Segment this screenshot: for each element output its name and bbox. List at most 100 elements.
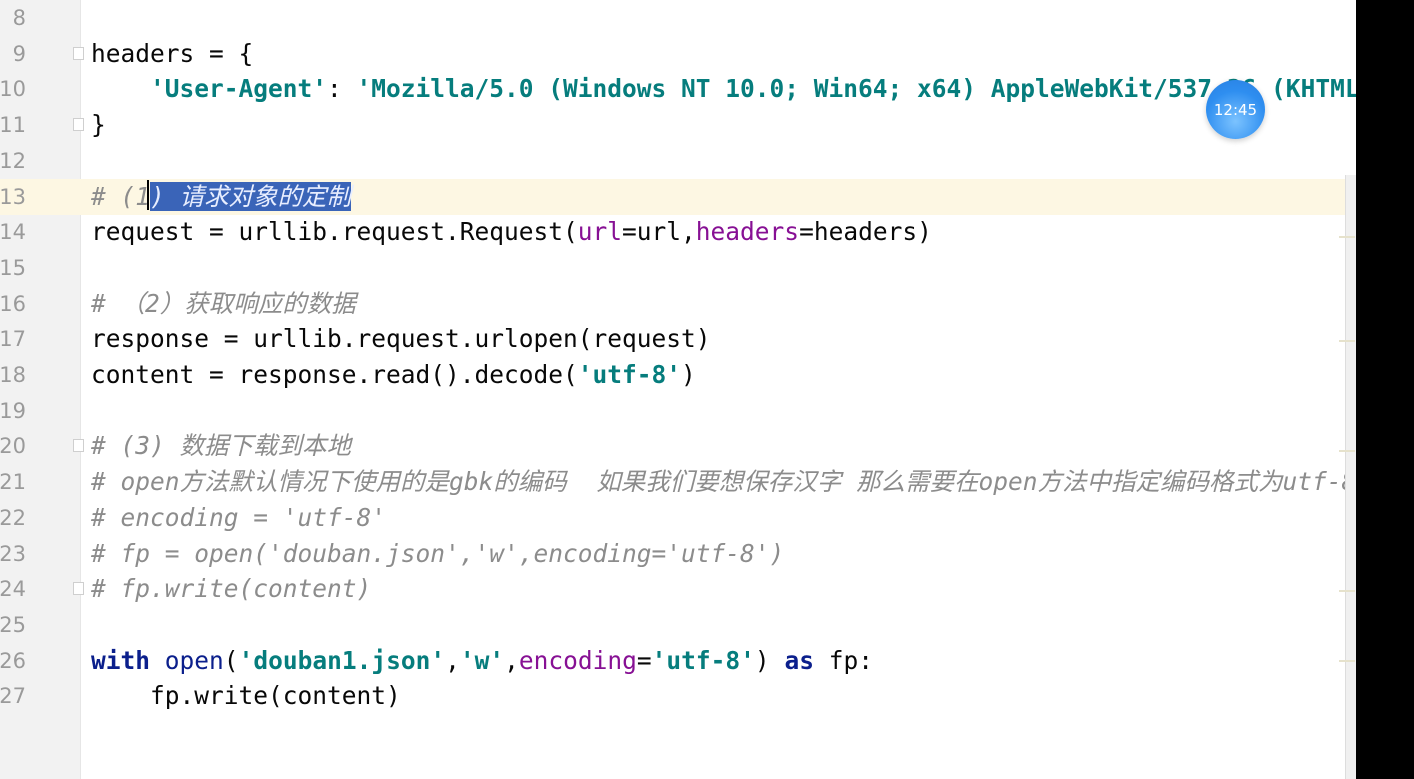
token-plain: : <box>327 74 357 104</box>
line-number: 25 <box>0 612 26 637</box>
token-plain: } <box>91 110 106 140</box>
code-line[interactable]: 21 # open方法默认情况下使用的是gbk的编码 如果我们要想保存汉字 那么需… <box>0 464 1356 500</box>
token-com: # open方法默认情况下使用的是gbk的编码 如果我们要想保存汉字 那么需要在… <box>91 467 1356 497</box>
token-str: 'User-Agent' <box>150 74 328 104</box>
code-line[interactable]: 15 <box>0 250 1345 286</box>
token-kw: with <box>91 645 151 675</box>
line-number: 20 <box>0 434 26 459</box>
line-number: 15 <box>0 255 26 280</box>
line-number: 11 <box>0 113 26 138</box>
code-line[interactable]: 27 fp.write(content) <box>0 678 1345 714</box>
line-number: 16 <box>0 291 26 316</box>
code-text: fp.write(content) <box>91 678 401 714</box>
scrollbar-marker <box>1339 450 1355 452</box>
line-number: 13 <box>0 184 26 209</box>
token-kw: as <box>784 645 814 675</box>
clock-time: 12:45 <box>1213 100 1258 119</box>
token-builtin: open <box>164 645 224 675</box>
code-line[interactable]: 14 request = urllib.request.Request(url=u… <box>0 214 1345 250</box>
code-line[interactable]: 11} <box>0 107 1345 143</box>
code-line[interactable]: 18 content = response.read().decode('utf-… <box>0 357 1345 393</box>
line-number: 12 <box>0 148 26 173</box>
vertical-scrollbar[interactable] <box>1345 175 1356 779</box>
code-line[interactable]: 13 # (1) 请求对象的定制 <box>0 178 1345 215</box>
line-number: 22 <box>0 505 26 530</box>
line-number: 9 <box>12 41 26 66</box>
token-com: # (1 <box>91 181 151 211</box>
code-text: 'User-Agent': 'Mozilla/5.0 (Windows NT 1… <box>91 71 1356 107</box>
token-plain: , <box>445 645 460 675</box>
code-line[interactable]: 23 # fp = open('douban.json','w',encoding… <box>0 536 1345 572</box>
code-line[interactable]: 16 # （2）获取响应的数据 <box>0 286 1345 322</box>
token-plain: =url, <box>622 217 696 247</box>
token-plain: request = urllib.request.Request( <box>91 217 578 247</box>
code-text: } <box>91 107 106 143</box>
scrollbar-marker <box>1339 340 1355 342</box>
floating-clock-widget[interactable]: 12:45 <box>1206 80 1265 139</box>
token-param: url <box>577 217 623 247</box>
code-line[interactable]: 25 <box>0 607 1345 643</box>
code-line[interactable]: 12 <box>0 143 1345 179</box>
line-number: 10 <box>0 77 26 102</box>
token-plain: response = urllib.request.urlopen(reques… <box>91 324 711 354</box>
scrollbar-marker <box>1339 590 1355 592</box>
token-str: 'utf-8' <box>577 360 682 389</box>
token-plain: = <box>636 645 652 675</box>
code-text: headers = { <box>91 36 253 72</box>
code-text: # （2）获取响应的数据 <box>91 286 356 322</box>
code-line[interactable]: 19 <box>0 393 1345 429</box>
line-number: 26 <box>0 648 26 673</box>
token-str: 'utf-8' <box>651 645 755 675</box>
code-line[interactable]: 26 with open('douban1.json','w',encoding=… <box>0 643 1345 679</box>
code-line[interactable]: 10 'User-Agent': 'Mozilla/5.0 (Windows N… <box>0 71 1356 107</box>
code-line[interactable]: 22 # encoding = 'utf-8' <box>0 500 1345 536</box>
token-param: headers <box>695 217 800 247</box>
token-plain: fp: <box>813 645 873 675</box>
token-plain: =headers) <box>799 217 932 247</box>
token-com: # （2）获取响应的数据 <box>91 288 356 318</box>
line-number: 18 <box>0 363 26 387</box>
token-plain: content = response.read().decode( <box>91 360 578 389</box>
token-plain: ) <box>681 360 696 389</box>
line-number: 14 <box>0 220 26 245</box>
fold-toggle-icon[interactable] <box>73 582 84 596</box>
token-param: encoding <box>518 645 637 675</box>
line-number: 24 <box>0 577 26 602</box>
token-sel: ) 请求对象的定制 <box>150 181 352 211</box>
fold-toggle-icon[interactable] <box>73 439 84 453</box>
line-number: 27 <box>0 684 26 709</box>
token-com: # fp = open('douban.json','w',encoding='… <box>91 538 785 568</box>
code-editor[interactable]: 8 9 headers = {10 'User-Agent': 'Mozilla/5… <box>0 0 1356 779</box>
code-line[interactable]: 20 # (3) 数据下载到本地 <box>0 428 1345 464</box>
fold-toggle-icon[interactable] <box>73 118 84 132</box>
fold-toggle-icon[interactable] <box>73 46 84 60</box>
code-text: with open('douban1.json','w',encoding='u… <box>91 643 873 679</box>
line-number: 23 <box>0 541 26 566</box>
token-str: 'douban1.json' <box>238 645 446 675</box>
code-line[interactable]: 24 # fp.write(content) <box>0 571 1345 607</box>
token-plain: fp.write(content) <box>91 681 401 711</box>
token-plain: ( <box>223 645 239 675</box>
code-text: # (1) 请求对象的定制 <box>91 179 352 215</box>
code-text: content = response.read().decode('utf-8'… <box>91 357 696 393</box>
token-com: # (3) 数据下载到本地 <box>91 431 352 461</box>
code-text: # (3) 数据下载到本地 <box>91 428 351 464</box>
code-text: # fp.write(content) <box>91 571 371 607</box>
code-line[interactable]: 8 <box>0 0 1345 36</box>
code-text: response = urllib.request.urlopen(reques… <box>91 321 711 357</box>
token-str: 'Mozilla/5.0 (Windows NT 10.0; Win64; x6… <box>356 74 1356 104</box>
code-text: # encoding = 'utf-8' <box>91 500 386 536</box>
token-plain: headers = { <box>91 38 254 68</box>
line-number: 8 <box>12 6 26 30</box>
scrollbar-marker <box>1339 660 1355 662</box>
line-number: 19 <box>0 398 26 423</box>
scrollbar-marker <box>1339 236 1355 238</box>
code-line[interactable]: 17 response = urllib.request.urlopen(requ… <box>0 321 1345 357</box>
line-number: 17 <box>0 327 26 352</box>
code-text: # fp = open('douban.json','w',encoding='… <box>91 536 784 572</box>
code-text: request = urllib.request.Request(url=url… <box>91 214 932 250</box>
code-line[interactable]: 9 headers = { <box>0 36 1345 72</box>
line-number: 21 <box>0 470 26 495</box>
token-com: # fp.write(content) <box>91 574 372 604</box>
